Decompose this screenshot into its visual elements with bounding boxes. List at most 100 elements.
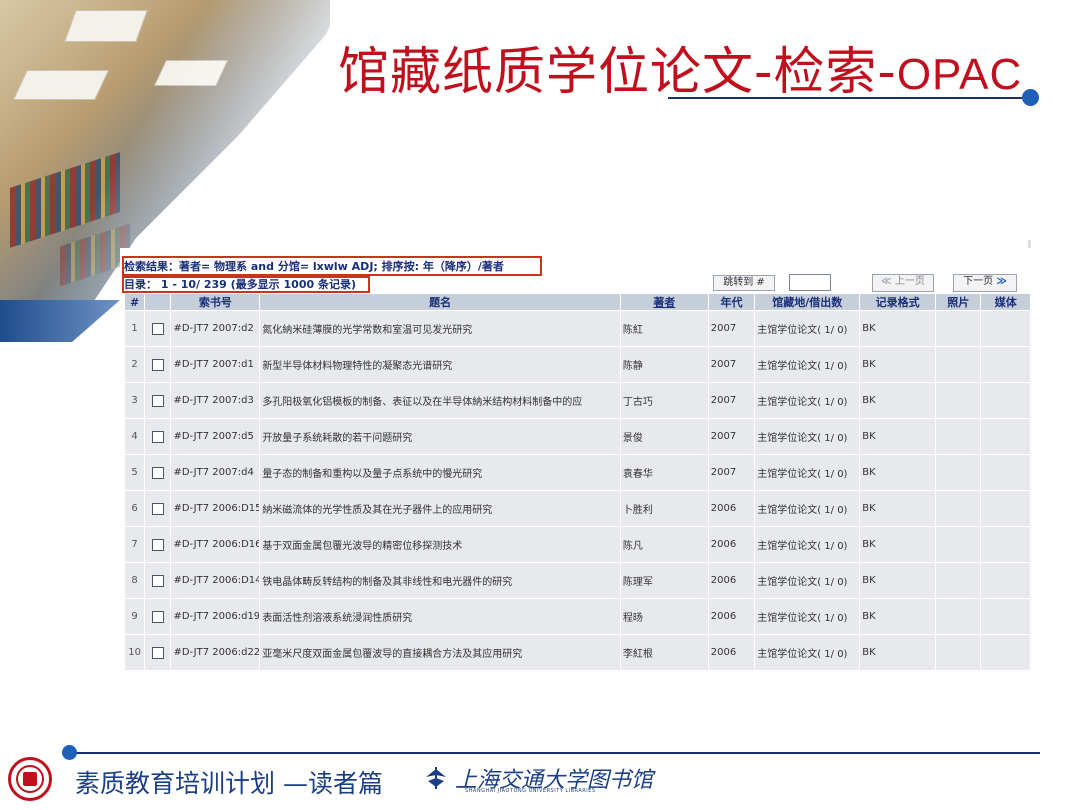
row-year: 2007 (707, 382, 756, 419)
row-format: BK (859, 310, 936, 347)
row-format: BK (859, 634, 936, 671)
table-row[interactable]: 2 #D-JT7 2007:d1 新型半导体材料物理特性的凝聚态光谱研究 陈静 2007… (123, 346, 1031, 383)
table-row[interactable]: 8 #D-JT7 2006:D14 铁电晶体畴反转结构的制备及其非线性和电光器件的研… (123, 562, 1031, 599)
row-call-number: #D-JT7 2007:d3 (170, 382, 261, 419)
row-year: 2006 (707, 490, 756, 527)
col-header-title[interactable]: 题名 (259, 293, 621, 311)
row-number: 9 (123, 598, 146, 635)
row-number: 2 (123, 346, 146, 383)
row-year: 2006 (707, 562, 756, 599)
footer-program-title: 素质教育培训计划 —读者篇 (75, 769, 383, 798)
row-number: 1 (123, 310, 146, 347)
row-holdings: 主馆学位论文( 1/ 0) (754, 454, 861, 491)
row-select-checkbox[interactable] (144, 346, 172, 383)
row-title[interactable]: 表面活性剂溶液系统浸润性质研究 (259, 598, 621, 635)
row-author: 陈凡 (619, 526, 709, 563)
checkbox-icon[interactable] (151, 502, 164, 515)
jump-to-input[interactable] (789, 274, 831, 291)
table-row[interactable]: 1 #D-JT7 2007:d2 氮化納米硅薄膜的光学常数和室温可见发光研究 陈紅 20… (123, 310, 1031, 347)
library-name-en: SHANGHAI JIAOTONG UNIVERSITY LIBRARIES (465, 788, 596, 794)
university-seal-icon (8, 757, 52, 801)
row-format: BK (859, 598, 936, 635)
col-header-call-number[interactable]: 索书号 (170, 293, 261, 311)
row-title[interactable]: 新型半导体材料物理特性的凝聚态光谱研究 (259, 346, 621, 383)
row-format: BK (859, 346, 936, 383)
checkbox-icon[interactable] (151, 646, 164, 659)
row-author: 丁古巧 (619, 382, 709, 419)
seal-core (23, 772, 37, 786)
table-row[interactable]: 7 #D-JT7 2006:D16 基于双面金属包覆光波导的精密位移探测技术 陈凡 20… (123, 526, 1031, 563)
next-page-button[interactable]: 下一页 ≫ (953, 274, 1017, 292)
row-select-checkbox[interactable] (144, 310, 172, 347)
row-author: 陈紅 (619, 310, 709, 347)
row-call-number: #D-JT7 2006:D16 (170, 526, 261, 563)
row-media (980, 634, 1031, 671)
row-title[interactable]: 开放量子系统耗散的若干问题研究 (259, 418, 621, 455)
row-select-checkbox[interactable] (144, 634, 172, 671)
highlight-box-directory (122, 276, 370, 293)
prev-page-button[interactable]: ≪ 上一页 (872, 274, 934, 292)
checkbox-icon[interactable] (151, 574, 164, 587)
col-header-select (144, 293, 172, 311)
row-call-number: #D-JT7 2006:d19 (170, 598, 261, 635)
row-title[interactable]: 多孔阳极氧化铝模板的制备、表征以及在半导体納米结构材料制备中的应 (259, 382, 621, 419)
row-year: 2006 (707, 526, 756, 563)
table-row[interactable]: 10 #D-JT7 2006:d22 亚毫米尺度双面金属包覆波导的直接耦合方法及其应… (123, 634, 1031, 671)
table-row[interactable]: 9 #D-JT7 2006:d19 表面活性剂溶液系统浸润性质研究 程旸 2006 主馆学… (123, 598, 1031, 635)
row-holdings: 主馆学位论文( 1/ 0) (754, 382, 861, 419)
row-title[interactable]: 基于双面金属包覆光波导的精密位移探测技术 (259, 526, 621, 563)
row-media (980, 562, 1031, 599)
results-table: # 索书号 题名 著者 年代 馆藏地/借出数 记录格式 照片 媒体 1 #D-JT… (123, 293, 1031, 671)
row-title[interactable]: 氮化納米硅薄膜的光学常数和室温可见发光研究 (259, 310, 621, 347)
checkbox-icon[interactable] (151, 430, 164, 443)
row-title[interactable]: 量子态的制备和重构以及量子点系统中的慢光研究 (259, 454, 621, 491)
slide-title-en: OPAC (896, 50, 1023, 99)
col-header-author[interactable]: 著者 (619, 293, 709, 311)
row-photo (934, 490, 982, 527)
row-holdings: 主馆学位论文( 1/ 0) (754, 598, 861, 635)
row-select-checkbox[interactable] (144, 562, 172, 599)
table-row[interactable]: 3 #D-JT7 2007:d3 多孔阳极氧化铝模板的制备、表征以及在半导体納米结构… (123, 382, 1031, 419)
row-title[interactable]: 铁电晶体畴反转结构的制备及其非线性和电光器件的研究 (259, 562, 621, 599)
row-holdings: 主馆学位论文( 1/ 0) (754, 526, 861, 563)
row-select-checkbox[interactable] (144, 454, 172, 491)
opac-results-panel: 检索结果：著者= 物理系 and 分馆= lxwlw ADJ; 排序按: 年（降… (120, 248, 1032, 674)
col-header-year[interactable]: 年代 (707, 293, 756, 311)
row-year: 2007 (707, 310, 756, 347)
row-number: 5 (123, 454, 146, 491)
checkbox-icon[interactable] (151, 610, 164, 623)
table-row[interactable]: 4 #D-JT7 2007:d5 开放量子系统耗散的若干问题研究 景俊 2007 主馆学位… (123, 418, 1031, 455)
row-photo (934, 382, 982, 419)
row-media (980, 418, 1031, 455)
table-row[interactable]: 5 #D-JT7 2007:d4 量子态的制备和重构以及量子点系统中的慢光研究 袁春华… (123, 454, 1031, 491)
row-title[interactable]: 亚毫米尺度双面金属包覆波导的直接耦合方法及其应用研究 (259, 634, 621, 671)
checkbox-icon[interactable] (151, 394, 164, 407)
row-select-checkbox[interactable] (144, 526, 172, 563)
row-select-checkbox[interactable] (144, 382, 172, 419)
row-photo (934, 598, 982, 635)
col-header-media: 媒体 (980, 293, 1031, 311)
checkbox-icon[interactable] (151, 538, 164, 551)
checkbox-icon[interactable] (151, 322, 164, 335)
next-page-label: 下一页 (963, 276, 994, 287)
row-select-checkbox[interactable] (144, 418, 172, 455)
checkbox-icon[interactable] (151, 358, 164, 371)
jump-to-button[interactable]: 跳转到 # (713, 275, 775, 291)
col-header-photo: 照片 (934, 293, 982, 311)
row-select-checkbox[interactable] (144, 598, 172, 635)
row-photo (934, 634, 982, 671)
row-holdings: 主馆学位论文( 1/ 0) (754, 562, 861, 599)
col-header-holdings: 馆藏地/借出数 (754, 293, 861, 311)
row-author: 陈理军 (619, 562, 709, 599)
row-author: 李紅根 (619, 634, 709, 671)
table-header-row: # 索书号 题名 著者 年代 馆藏地/借出数 记录格式 照片 媒体 (123, 293, 1031, 311)
footer-dot-icon (62, 745, 77, 760)
row-author: 袁春华 (619, 454, 709, 491)
row-media (980, 526, 1031, 563)
table-row[interactable]: 6 #D-JT7 2006:D15 納米磁流体的光学性质及其在光子器件上的应用研究卜… (123, 490, 1031, 527)
row-holdings: 主馆学位论文( 1/ 0) (754, 418, 861, 455)
row-select-checkbox[interactable] (144, 490, 172, 527)
checkbox-icon[interactable] (151, 466, 164, 479)
row-title[interactable]: 納米磁流体的光学性质及其在光子器件上的应用研究 (259, 490, 621, 527)
row-media (980, 598, 1031, 635)
